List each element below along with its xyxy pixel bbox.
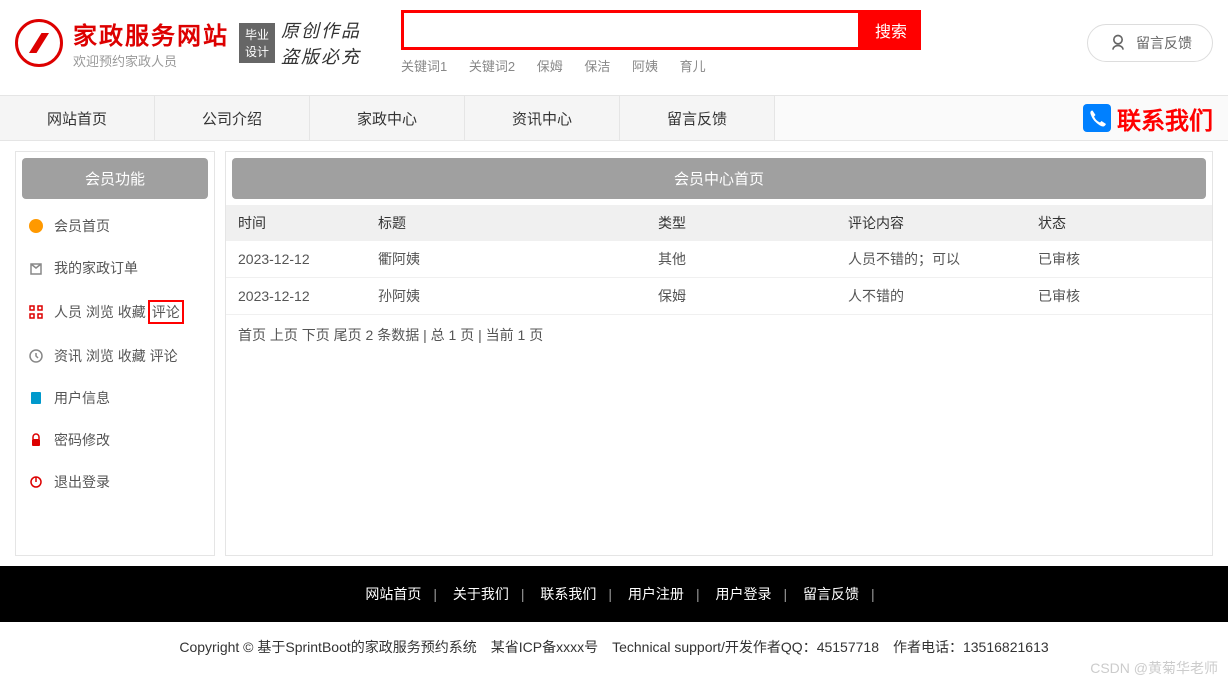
data-table: 时间 标题 类型 评论内容 状态 2023-12-12 衢阿姨 其他 人员不错的… [226,205,1212,315]
sidebar-item-logout[interactable]: 退出登录 [16,461,214,503]
nav-center[interactable]: 家政中心 [310,96,465,140]
script-text: 原创作品 盗版必充 [281,17,361,69]
footer: 网站首页| 关于我们| 联系我们| 用户注册| 用户登录| 留言反馈| [0,566,1228,622]
doc-icon [28,390,44,406]
content-title: 会员中心首页 [232,158,1206,199]
footer-link[interactable]: 用户注册 [628,586,684,602]
sidebar-item-userinfo[interactable]: 用户信息 [16,377,214,419]
footer-link[interactable]: 留言反馈 [803,586,859,602]
keyword-link[interactable]: 关键词1 [401,59,447,74]
th-comment: 评论内容 [836,205,1026,241]
sidebar-item-news-comment[interactable]: 资讯 浏览 收藏 评论 [16,335,214,377]
th-status: 状态 [1026,205,1212,241]
grid-icon [28,304,44,320]
keyword-link[interactable]: 阿姨 [632,59,658,74]
badge-area: 毕业 设计 原创作品 盗版必充 [239,17,361,69]
keyword-link[interactable]: 关键词2 [469,59,515,74]
logo-title: 家政服务网站 [73,16,229,51]
th-title: 标题 [366,205,646,241]
nav-home[interactable]: 网站首页 [0,96,155,140]
sidebar-item-staff-comment[interactable]: 人员 浏览 收藏 评论 [16,289,214,335]
headset-icon [1108,33,1128,53]
keyword-link[interactable]: 育儿 [680,59,706,74]
footer-link[interactable]: 关于我们 [453,586,509,602]
lock-icon [28,432,44,448]
power-icon [28,474,44,490]
search-input[interactable] [401,10,861,50]
table-row: 2023-12-12 衢阿姨 其他 人员不错的；可以 已审核 [226,241,1212,278]
th-type: 类型 [646,205,836,241]
clock-icon [28,348,44,364]
pagination[interactable]: 首页 上页 下页 尾页 2 条数据 | 总 1 页 | 当前 1 页 [226,315,1212,355]
sidebar-item-password[interactable]: 密码修改 [16,419,214,461]
order-icon [28,260,44,276]
feedback-button[interactable]: 留言反馈 [1087,24,1213,62]
sidebar-item-home[interactable]: 会员首页 [16,205,214,247]
design-badge: 毕业 设计 [239,23,275,63]
contact-us[interactable]: 联系我们 [1083,101,1228,136]
search-button[interactable]: 搜索 [861,10,921,50]
highlighted-tab: 评论 [148,300,184,324]
keywords-list: 关键词1 关键词2 保姆 保洁 阿姨 育儿 [401,56,921,75]
keyword-link[interactable]: 保姆 [537,59,563,74]
sidebar-item-orders[interactable]: 我的家政订单 [16,247,214,289]
logo-icon [15,19,63,67]
footer-link[interactable]: 用户登录 [715,586,771,602]
phone-icon [1083,104,1111,132]
footer-link[interactable]: 网站首页 [365,586,421,602]
watermark: CSDN @黄菊华老师 [1090,658,1218,678]
th-time: 时间 [226,205,366,241]
logo-subtitle: 欢迎预约家政人员 [73,51,229,70]
logo: 家政服务网站 欢迎预约家政人员 [15,16,229,70]
footer-link[interactable]: 联系我们 [540,586,596,602]
nav-news[interactable]: 资讯中心 [465,96,620,140]
copyright: Copyright © 基于SprintBoot的家政服务预约系统 某省ICP备… [0,622,1228,672]
nav-feedback[interactable]: 留言反馈 [620,96,775,140]
home-icon [28,218,44,234]
sidebar-title: 会员功能 [22,158,208,199]
table-row: 2023-12-12 孙阿姨 保姆 人不错的 已审核 [226,278,1212,315]
nav-about[interactable]: 公司介绍 [155,96,310,140]
keyword-link[interactable]: 保洁 [584,59,610,74]
